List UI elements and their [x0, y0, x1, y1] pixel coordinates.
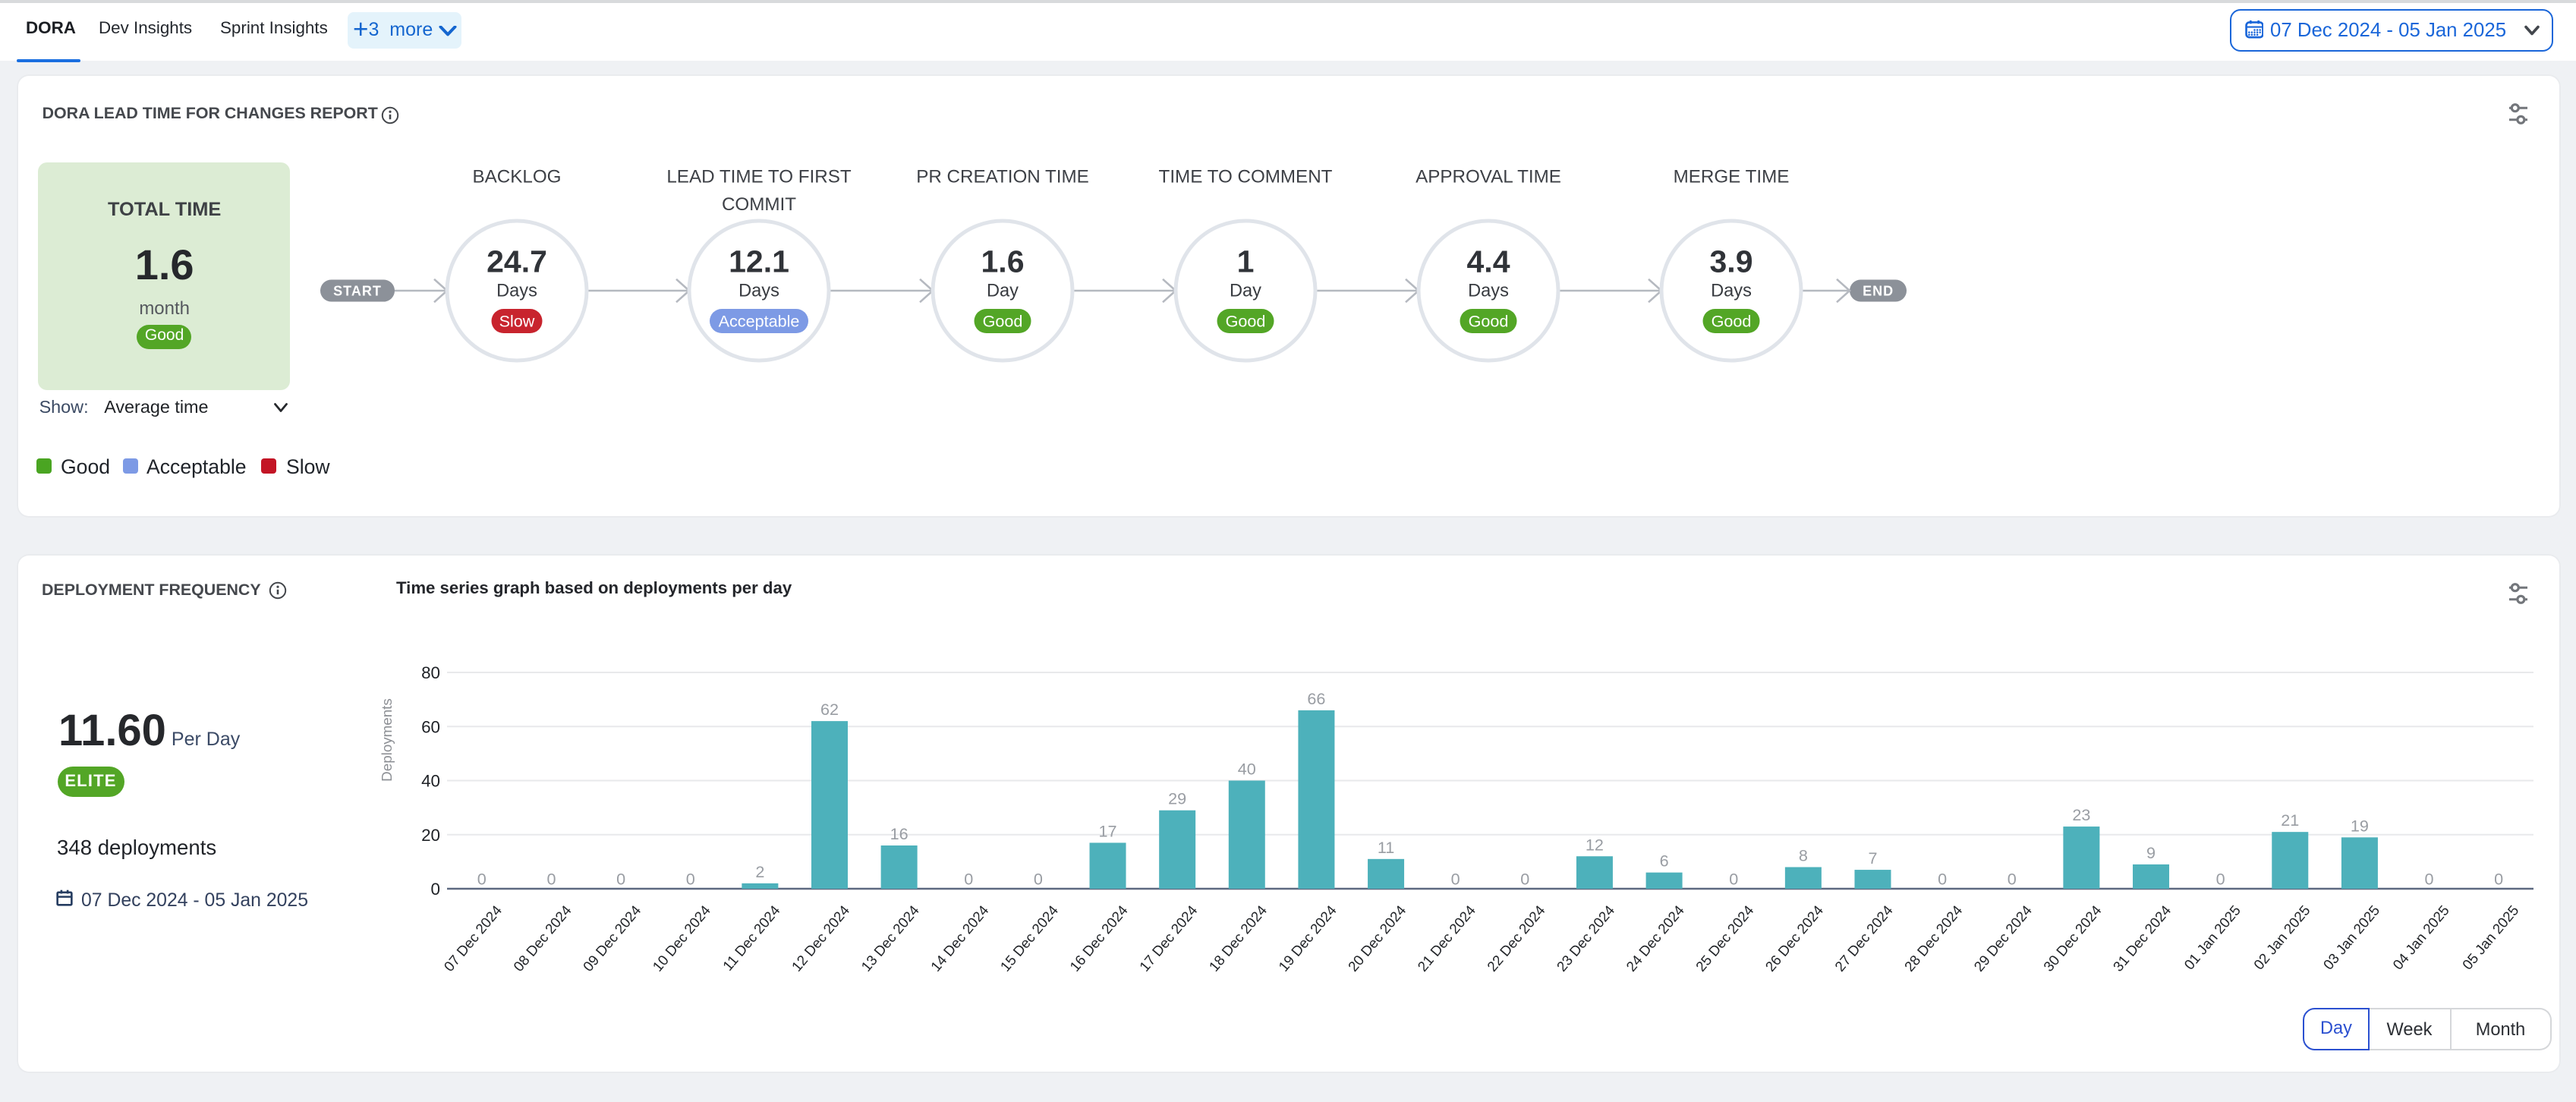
- svg-text:19: 19: [2351, 815, 2369, 834]
- svg-text:31 Dec 2024: 31 Dec 2024: [2110, 902, 2174, 974]
- svg-text:12.1: 12.1: [729, 244, 789, 279]
- svg-text:END: END: [1863, 283, 1894, 298]
- svg-text:Good: Good: [1469, 312, 1509, 331]
- svg-text:MERGE TIME: MERGE TIME: [1674, 167, 1790, 187]
- svg-text:04 Jan 2025: 04 Jan 2025: [2389, 902, 2452, 972]
- svg-text:0: 0: [1938, 868, 1947, 887]
- svg-text:29: 29: [1168, 789, 1186, 808]
- svg-text:01 Jan 2025: 01 Jan 2025: [2181, 902, 2244, 972]
- svg-text:21: 21: [2281, 810, 2299, 829]
- svg-text:Days: Days: [738, 281, 779, 301]
- svg-text:23 Dec 2024: 23 Dec 2024: [1554, 902, 1618, 974]
- svg-text:11: 11: [1378, 837, 1394, 856]
- svg-text:28 Dec 2024: 28 Dec 2024: [1901, 902, 1966, 974]
- svg-text:0: 0: [1729, 868, 1738, 887]
- svg-text:03 Jan 2025: 03 Jan 2025: [2320, 902, 2383, 972]
- svg-text:05 Jan 2025: 05 Jan 2025: [2459, 902, 2522, 972]
- svg-text:62: 62: [820, 699, 839, 718]
- svg-text:07 Dec 2024: 07 Dec 2024: [441, 902, 505, 974]
- svg-text:16 Dec 2024: 16 Dec 2024: [1066, 902, 1131, 974]
- svg-text:22 Dec 2024: 22 Dec 2024: [1484, 902, 1548, 974]
- svg-text:4.4: 4.4: [1467, 244, 1510, 279]
- svg-text:17 Dec 2024: 17 Dec 2024: [1136, 902, 1201, 974]
- svg-text:17: 17: [1099, 820, 1117, 839]
- svg-text:26 Dec 2024: 26 Dec 2024: [1762, 902, 1827, 974]
- svg-text:0: 0: [1520, 868, 1529, 887]
- svg-text:Days: Days: [1711, 281, 1752, 301]
- svg-text:0: 0: [431, 879, 440, 898]
- svg-text:Slow: Slow: [499, 312, 535, 331]
- svg-text:66: 66: [1307, 688, 1325, 707]
- svg-text:24 Dec 2024: 24 Dec 2024: [1623, 902, 1687, 974]
- svg-text:Day: Day: [1230, 281, 1261, 301]
- svg-text:40: 40: [1238, 759, 1256, 778]
- svg-text:PR CREATION TIME: PR CREATION TIME: [916, 167, 1089, 187]
- svg-text:COMMIT: COMMIT: [722, 194, 796, 215]
- svg-text:15 Dec 2024: 15 Dec 2024: [997, 902, 1062, 974]
- svg-text:10 Dec 2024: 10 Dec 2024: [649, 902, 713, 974]
- svg-text:16: 16: [890, 823, 909, 842]
- svg-text:Day: Day: [987, 281, 1019, 301]
- svg-text:6: 6: [1660, 851, 1669, 870]
- svg-text:13 Dec 2024: 13 Dec 2024: [858, 902, 922, 974]
- svg-text:Good: Good: [1226, 312, 1266, 331]
- svg-text:12 Dec 2024: 12 Dec 2024: [789, 902, 853, 974]
- svg-text:Acceptable: Acceptable: [719, 312, 800, 331]
- svg-text:Days: Days: [496, 281, 537, 301]
- svg-text:0: 0: [686, 868, 695, 887]
- svg-text:40: 40: [421, 771, 440, 790]
- svg-text:29 Dec 2024: 29 Dec 2024: [1971, 902, 2036, 974]
- svg-text:START: START: [333, 283, 382, 298]
- svg-text:25 Dec 2024: 25 Dec 2024: [1693, 902, 1757, 974]
- svg-text:0: 0: [1451, 868, 1460, 887]
- svg-text:21 Dec 2024: 21 Dec 2024: [1414, 902, 1479, 974]
- svg-text:7: 7: [1868, 848, 1877, 867]
- svg-text:12: 12: [1586, 834, 1604, 853]
- svg-text:80: 80: [421, 663, 440, 682]
- svg-text:0: 0: [616, 868, 625, 887]
- svg-text:08 Dec 2024: 08 Dec 2024: [510, 902, 575, 974]
- svg-text:30 Dec 2024: 30 Dec 2024: [2040, 902, 2105, 974]
- svg-text:0: 0: [964, 868, 973, 887]
- svg-text:20 Dec 2024: 20 Dec 2024: [1345, 902, 1409, 974]
- svg-text:0: 0: [546, 868, 556, 887]
- svg-text:3.9: 3.9: [1710, 244, 1753, 279]
- svg-text:1: 1: [1237, 244, 1255, 279]
- svg-text:BACKLOG: BACKLOG: [473, 167, 562, 187]
- svg-text:1.6: 1.6: [981, 244, 1025, 279]
- svg-text:11 Dec 2024: 11 Dec 2024: [720, 902, 783, 973]
- svg-text:0: 0: [477, 868, 487, 887]
- svg-text:Days: Days: [1468, 281, 1509, 301]
- svg-text:9: 9: [2146, 842, 2156, 861]
- svg-text:23: 23: [2072, 804, 2090, 823]
- svg-text:60: 60: [421, 716, 440, 735]
- svg-text:19 Dec 2024: 19 Dec 2024: [1275, 902, 1340, 974]
- svg-text:18 Dec 2024: 18 Dec 2024: [1206, 902, 1271, 974]
- svg-text:APPROVAL TIME: APPROVAL TIME: [1416, 167, 1561, 187]
- svg-text:Good: Good: [983, 312, 1023, 331]
- svg-text:02 Jan 2025: 02 Jan 2025: [2250, 902, 2313, 972]
- svg-text:0: 0: [2008, 868, 2017, 887]
- svg-text:8: 8: [1799, 845, 1808, 864]
- svg-text:0: 0: [2425, 868, 2434, 887]
- svg-text:Deployments: Deployments: [379, 697, 395, 781]
- svg-text:24.7: 24.7: [487, 244, 547, 279]
- svg-text:0: 0: [2216, 868, 2225, 887]
- svg-text:Good: Good: [1712, 312, 1752, 331]
- svg-text:0: 0: [1034, 868, 1043, 887]
- svg-text:LEAD TIME TO FIRST: LEAD TIME TO FIRST: [666, 167, 851, 187]
- svg-text:14 Dec 2024: 14 Dec 2024: [927, 902, 992, 974]
- svg-text:2: 2: [755, 861, 764, 880]
- svg-text:TIME TO COMMENT: TIME TO COMMENT: [1159, 167, 1333, 187]
- svg-text:27 Dec 2024: 27 Dec 2024: [1831, 902, 1896, 974]
- svg-text:20: 20: [421, 825, 440, 844]
- svg-text:0: 0: [2494, 868, 2503, 887]
- svg-text:09 Dec 2024: 09 Dec 2024: [580, 902, 644, 974]
